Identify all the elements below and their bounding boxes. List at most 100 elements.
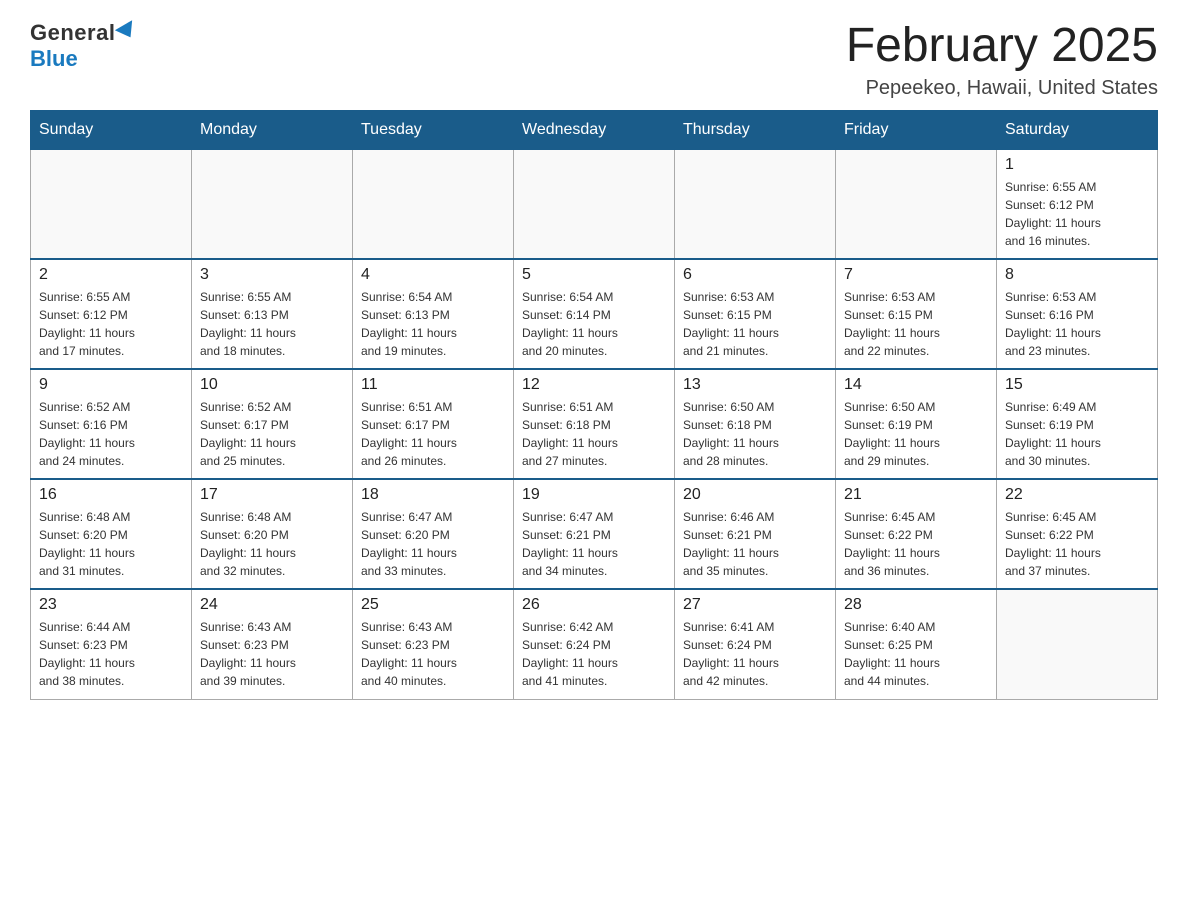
day-number: 20 xyxy=(683,486,827,504)
day-info: Sunrise: 6:45 AM Sunset: 6:22 PM Dayligh… xyxy=(1005,508,1149,580)
day-number: 13 xyxy=(683,376,827,394)
day-number: 9 xyxy=(39,376,183,394)
title-block: February 2025 Pepeekeo, Hawaii, United S… xyxy=(846,20,1158,100)
day-info: Sunrise: 6:52 AM Sunset: 6:17 PM Dayligh… xyxy=(200,398,344,470)
table-row xyxy=(675,149,836,259)
calendar-week-row: 2 Sunrise: 6:55 AM Sunset: 6:12 PM Daylig… xyxy=(31,259,1158,369)
table-row: 12 Sunrise: 6:51 AM Sunset: 6:18 PM Dayli… xyxy=(514,369,675,479)
table-row: 7 Sunrise: 6:53 AM Sunset: 6:15 PM Daylig… xyxy=(836,259,997,369)
table-row: 6 Sunrise: 6:53 AM Sunset: 6:15 PM Daylig… xyxy=(675,259,836,369)
table-row xyxy=(836,149,997,259)
table-row: 10 Sunrise: 6:52 AM Sunset: 6:17 PM Dayli… xyxy=(192,369,353,479)
day-info: Sunrise: 6:47 AM Sunset: 6:20 PM Dayligh… xyxy=(361,508,505,580)
day-info: Sunrise: 6:54 AM Sunset: 6:14 PM Dayligh… xyxy=(522,288,666,360)
day-info: Sunrise: 6:53 AM Sunset: 6:15 PM Dayligh… xyxy=(683,288,827,360)
header-wednesday: Wednesday xyxy=(514,110,675,149)
day-info: Sunrise: 6:55 AM Sunset: 6:13 PM Dayligh… xyxy=(200,288,344,360)
day-number: 4 xyxy=(361,266,505,284)
calendar-header-row: Sunday Monday Tuesday Wednesday Thursday… xyxy=(31,110,1158,149)
day-info: Sunrise: 6:48 AM Sunset: 6:20 PM Dayligh… xyxy=(39,508,183,580)
day-number: 26 xyxy=(522,596,666,614)
table-row: 27 Sunrise: 6:41 AM Sunset: 6:24 PM Dayli… xyxy=(675,589,836,699)
table-row: 17 Sunrise: 6:48 AM Sunset: 6:20 PM Dayli… xyxy=(192,479,353,589)
day-number: 12 xyxy=(522,376,666,394)
table-row: 25 Sunrise: 6:43 AM Sunset: 6:23 PM Dayli… xyxy=(353,589,514,699)
day-number: 22 xyxy=(1005,486,1149,504)
table-row xyxy=(353,149,514,259)
table-row: 20Sunrise: 6:46 AM Sunset: 6:21 PM Dayli… xyxy=(675,479,836,589)
day-info: Sunrise: 6:50 AM Sunset: 6:19 PM Dayligh… xyxy=(844,398,988,470)
header-sunday: Sunday xyxy=(31,110,192,149)
day-info: Sunrise: 6:54 AM Sunset: 6:13 PM Dayligh… xyxy=(361,288,505,360)
day-info: Sunrise: 6:51 AM Sunset: 6:18 PM Dayligh… xyxy=(522,398,666,470)
day-number: 27 xyxy=(683,596,827,614)
day-number: 11 xyxy=(361,376,505,394)
day-number: 2 xyxy=(39,266,183,284)
table-row: 5 Sunrise: 6:54 AM Sunset: 6:14 PM Daylig… xyxy=(514,259,675,369)
day-number: 17 xyxy=(200,486,344,504)
day-info: Sunrise: 6:51 AM Sunset: 6:17 PM Dayligh… xyxy=(361,398,505,470)
day-info: Sunrise: 6:43 AM Sunset: 6:23 PM Dayligh… xyxy=(361,618,505,690)
day-number: 15 xyxy=(1005,376,1149,394)
page-header: General Blue February 2025 Pepeekeo, Haw… xyxy=(30,20,1158,100)
day-info: Sunrise: 6:50 AM Sunset: 6:18 PM Dayligh… xyxy=(683,398,827,470)
day-number: 24 xyxy=(200,596,344,614)
day-info: Sunrise: 6:40 AM Sunset: 6:25 PM Dayligh… xyxy=(844,618,988,690)
calendar-week-row: 9 Sunrise: 6:52 AM Sunset: 6:16 PM Daylig… xyxy=(31,369,1158,479)
logo: General Blue xyxy=(30,20,138,72)
location-title: Pepeekeo, Hawaii, United States xyxy=(846,77,1158,100)
month-title: February 2025 xyxy=(846,20,1158,73)
calendar-week-row: 23 Sunrise: 6:44 AM Sunset: 6:23 PM Dayli… xyxy=(31,589,1158,699)
logo-blue-text: Blue xyxy=(30,46,78,72)
day-number: 5 xyxy=(522,266,666,284)
table-row: 22 Sunrise: 6:45 AM Sunset: 6:22 PM Dayli… xyxy=(997,479,1158,589)
day-number: 7 xyxy=(844,266,988,284)
calendar-week-row: 16 Sunrise: 6:48 AM Sunset: 6:20 PM Dayli… xyxy=(31,479,1158,589)
table-row: 28 Sunrise: 6:40 AM Sunset: 6:25 PM Dayli… xyxy=(836,589,997,699)
header-tuesday: Tuesday xyxy=(353,110,514,149)
table-row xyxy=(31,149,192,259)
day-info: Sunrise: 6:43 AM Sunset: 6:23 PM Dayligh… xyxy=(200,618,344,690)
table-row: 2 Sunrise: 6:55 AM Sunset: 6:12 PM Daylig… xyxy=(31,259,192,369)
logo-arrow-icon xyxy=(115,20,139,42)
table-row xyxy=(192,149,353,259)
day-info: Sunrise: 6:53 AM Sunset: 6:15 PM Dayligh… xyxy=(844,288,988,360)
logo-general-text: General xyxy=(30,20,138,46)
table-row: 24 Sunrise: 6:43 AM Sunset: 6:23 PM Dayli… xyxy=(192,589,353,699)
day-info: Sunrise: 6:42 AM Sunset: 6:24 PM Dayligh… xyxy=(522,618,666,690)
table-row: 14 Sunrise: 6:50 AM Sunset: 6:19 PM Dayli… xyxy=(836,369,997,479)
day-info: Sunrise: 6:44 AM Sunset: 6:23 PM Dayligh… xyxy=(39,618,183,690)
day-info: Sunrise: 6:55 AM Sunset: 6:12 PM Dayligh… xyxy=(39,288,183,360)
table-row: 15 Sunrise: 6:49 AM Sunset: 6:19 PM Dayli… xyxy=(997,369,1158,479)
table-row xyxy=(514,149,675,259)
day-info: Sunrise: 6:49 AM Sunset: 6:19 PM Dayligh… xyxy=(1005,398,1149,470)
table-row xyxy=(997,589,1158,699)
table-row: 3Sunrise: 6:55 AM Sunset: 6:13 PM Daylig… xyxy=(192,259,353,369)
day-info: Sunrise: 6:47 AM Sunset: 6:21 PM Dayligh… xyxy=(522,508,666,580)
day-info: Sunrise: 6:41 AM Sunset: 6:24 PM Dayligh… xyxy=(683,618,827,690)
day-number: 1 xyxy=(1005,156,1149,174)
header-saturday: Saturday xyxy=(997,110,1158,149)
day-number: 23 xyxy=(39,596,183,614)
table-row: 21Sunrise: 6:45 AM Sunset: 6:22 PM Dayli… xyxy=(836,479,997,589)
header-thursday: Thursday xyxy=(675,110,836,149)
table-row: 18 Sunrise: 6:47 AM Sunset: 6:20 PM Dayli… xyxy=(353,479,514,589)
table-row: 23 Sunrise: 6:44 AM Sunset: 6:23 PM Dayli… xyxy=(31,589,192,699)
day-number: 14 xyxy=(844,376,988,394)
day-info: Sunrise: 6:48 AM Sunset: 6:20 PM Dayligh… xyxy=(200,508,344,580)
day-number: 25 xyxy=(361,596,505,614)
table-row: 9 Sunrise: 6:52 AM Sunset: 6:16 PM Daylig… xyxy=(31,369,192,479)
table-row: 19Sunrise: 6:47 AM Sunset: 6:21 PM Dayli… xyxy=(514,479,675,589)
day-info: Sunrise: 6:45 AM Sunset: 6:22 PM Dayligh… xyxy=(844,508,988,580)
calendar-table: Sunday Monday Tuesday Wednesday Thursday… xyxy=(30,110,1158,700)
day-number: 6 xyxy=(683,266,827,284)
table-row: 8Sunrise: 6:53 AM Sunset: 6:16 PM Daylig… xyxy=(997,259,1158,369)
header-friday: Friday xyxy=(836,110,997,149)
day-number: 16 xyxy=(39,486,183,504)
day-info: Sunrise: 6:52 AM Sunset: 6:16 PM Dayligh… xyxy=(39,398,183,470)
day-number: 18 xyxy=(361,486,505,504)
day-number: 10 xyxy=(200,376,344,394)
table-row: 26 Sunrise: 6:42 AM Sunset: 6:24 PM Dayli… xyxy=(514,589,675,699)
table-row: 16 Sunrise: 6:48 AM Sunset: 6:20 PM Dayli… xyxy=(31,479,192,589)
day-number: 28 xyxy=(844,596,988,614)
